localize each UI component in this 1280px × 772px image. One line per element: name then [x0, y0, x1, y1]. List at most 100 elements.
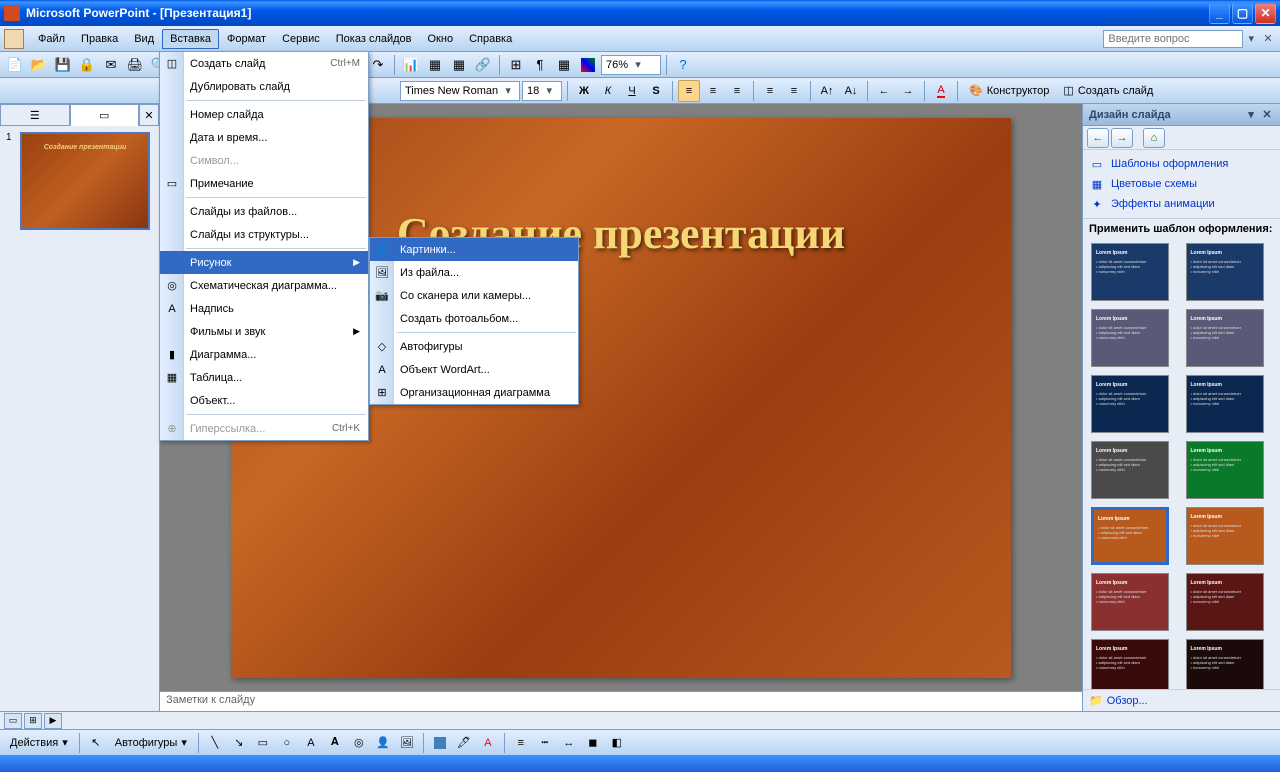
shadow-style-button[interactable]: ◼ — [582, 732, 604, 754]
menu-item[interactable]: Рисунок▶ — [160, 251, 368, 274]
menu-item[interactable]: Создать фотоальбом... — [370, 307, 578, 330]
template-thumb[interactable]: Lorem Ipsum• dolor sit amet consectetuer… — [1186, 507, 1264, 565]
close-tabs[interactable]: ✕ — [139, 104, 159, 126]
menu-item[interactable]: ◫Создать слайдCtrl+M — [160, 52, 368, 75]
pane-close-icon[interactable]: ✕ — [1260, 108, 1274, 122]
menu-item[interactable]: Символ... — [160, 149, 368, 172]
template-thumb[interactable]: Lorem Ipsum• dolor sit amet consectetuer… — [1091, 375, 1169, 433]
hyperlink-button[interactable]: 🔗 — [472, 54, 494, 76]
open-button[interactable]: 📂 — [28, 54, 50, 76]
align-right-button[interactable]: ≡ — [726, 80, 748, 102]
maximize-button[interactable]: ▢ — [1232, 3, 1253, 24]
decrease-font-button[interactable]: A↓ — [840, 80, 862, 102]
doc-close-button[interactable]: ✕ — [1260, 31, 1276, 47]
link-animation[interactable]: ✦Эффекты анимации — [1089, 194, 1274, 214]
textbox-button[interactable]: A — [300, 732, 322, 754]
minimize-button[interactable]: _ — [1209, 3, 1230, 24]
template-thumb[interactable]: Lorem Ipsum• dolor sit amet consectetuer… — [1186, 309, 1264, 367]
3d-style-button[interactable]: ◧ — [606, 732, 628, 754]
menu-item[interactable]: 🖼Из файла... — [370, 261, 578, 284]
select-button[interactable]: ↖ — [85, 732, 107, 754]
autoshapes-button[interactable]: Автофигуры▾ — [109, 732, 193, 754]
color-button[interactable] — [577, 54, 599, 76]
ask-input[interactable] — [1103, 30, 1243, 48]
pane-dropdown-icon[interactable]: ▾ — [1244, 108, 1258, 122]
menu-item[interactable]: ▭Примечание — [160, 172, 368, 195]
line-color-button[interactable]: 🖊 — [453, 732, 475, 754]
oval-button[interactable]: ○ — [276, 732, 298, 754]
menu-view[interactable]: Вид — [126, 29, 162, 49]
menu-tools[interactable]: Сервис — [274, 29, 328, 49]
align-center-button[interactable]: ≡ — [702, 80, 724, 102]
increase-font-button[interactable]: A↑ — [816, 80, 838, 102]
nav-home-button[interactable]: ⌂ — [1143, 128, 1165, 148]
table-button[interactable]: ▦ — [424, 54, 446, 76]
notes-area[interactable]: Заметки к слайду — [160, 691, 1082, 711]
template-thumb[interactable]: Lorem Ipsum• dolor sit amet consectetuer… — [1186, 639, 1264, 689]
expand-button[interactable]: ⊞ — [505, 54, 527, 76]
size-combo[interactable]: 18▾ — [522, 81, 562, 101]
template-thumb[interactable]: Lorem Ipsum• dolor sit amet consectetuer… — [1186, 441, 1264, 499]
font-color-button[interactable]: A — [930, 80, 952, 102]
template-thumb[interactable]: Lorem Ipsum• dolor sit amet consectetuer… — [1186, 375, 1264, 433]
designer-button[interactable]: 🎨Конструктор — [963, 80, 1055, 102]
link-templates[interactable]: ▭Шаблоны оформления — [1089, 154, 1274, 174]
menu-item[interactable]: 📷Со сканера или камеры... — [370, 284, 578, 307]
dash-style-button[interactable]: ┅ — [534, 732, 556, 754]
template-thumb[interactable]: Lorem Ipsum• dolor sit amet consectetuer… — [1091, 309, 1169, 367]
outline-tab[interactable]: ☰ — [0, 104, 70, 126]
sorter-view-button[interactable]: ⊞ — [24, 713, 42, 729]
wordart-button[interactable]: 𝐀 — [324, 732, 346, 754]
nav-fwd-button[interactable]: → — [1111, 128, 1133, 148]
line-style-button[interactable]: ≡ — [510, 732, 532, 754]
tables-borders-button[interactable]: ▦ — [448, 54, 470, 76]
arrow-style-button[interactable]: ↔ — [558, 732, 580, 754]
menu-item[interactable]: ◎Схематическая диаграмма... — [160, 274, 368, 297]
close-button[interactable]: ✕ — [1255, 3, 1276, 24]
menu-item[interactable]: Номер слайда — [160, 103, 368, 126]
permission-button[interactable]: 🔒 — [76, 54, 98, 76]
diagram-button[interactable]: ◎ — [348, 732, 370, 754]
menu-item[interactable]: ◇Автофигуры — [370, 335, 578, 358]
fill-color-button[interactable] — [429, 732, 451, 754]
template-thumb[interactable]: Lorem Ipsum• dolor sit amet consectetuer… — [1091, 507, 1169, 565]
print-button[interactable]: 🖨 — [124, 54, 146, 76]
zoom-combo[interactable]: 76%▾ — [601, 55, 661, 75]
menu-item[interactable]: ▦Таблица... — [160, 366, 368, 389]
template-thumb[interactable]: Lorem Ipsum• dolor sit amet consectetuer… — [1186, 243, 1264, 301]
actions-button[interactable]: Действия▾ — [4, 732, 74, 754]
menu-help[interactable]: Справка — [461, 29, 520, 49]
line-button[interactable]: ╲ — [204, 732, 226, 754]
save-button[interactable]: 💾 — [52, 54, 74, 76]
template-thumb[interactable]: Lorem Ipsum• dolor sit amet consectetuer… — [1091, 441, 1169, 499]
slides-tab[interactable]: ▭ — [70, 104, 140, 126]
font-combo[interactable]: Times New Roman▾ — [400, 81, 520, 101]
rect-button[interactable]: ▭ — [252, 732, 274, 754]
menu-slideshow[interactable]: Показ слайдов — [328, 29, 420, 49]
menu-item[interactable]: Дата и время... — [160, 126, 368, 149]
menu-file[interactable]: Файл — [30, 29, 73, 49]
underline-button[interactable]: Ч — [621, 80, 643, 102]
slide-thumb[interactable]: 1 Создание презентации — [6, 132, 153, 230]
menu-edit[interactable]: Правка — [73, 29, 126, 49]
menu-item[interactable]: ▮Диаграмма... — [160, 343, 368, 366]
clipart-button[interactable]: 👤 — [372, 732, 394, 754]
font-color-button2[interactable]: A — [477, 732, 499, 754]
show-format-button[interactable]: ¶ — [529, 54, 551, 76]
increase-indent-button[interactable]: → — [897, 80, 919, 102]
menu-item[interactable]: Слайды из файлов... — [160, 200, 368, 223]
help-button[interactable]: ? — [672, 54, 694, 76]
menu-item[interactable]: Дублировать слайд — [160, 75, 368, 98]
menu-format[interactable]: Формат — [219, 29, 274, 49]
redo-button[interactable]: ↷ — [367, 54, 389, 76]
template-thumb[interactable]: Lorem Ipsum• dolor sit amet consectetuer… — [1186, 573, 1264, 631]
menu-item[interactable]: Фильмы и звук▶ — [160, 320, 368, 343]
italic-button[interactable]: К — [597, 80, 619, 102]
menu-item[interactable]: ⊕Гиперссылка...Ctrl+K — [160, 417, 368, 440]
bold-button[interactable]: Ж — [573, 80, 595, 102]
menu-item[interactable]: AОбъект WordArt... — [370, 358, 578, 381]
bullets-button[interactable]: ≡ — [783, 80, 805, 102]
picture-button[interactable]: 🖼 — [396, 732, 418, 754]
slideshow-view-button[interactable]: ▶ — [44, 713, 62, 729]
new-slide-button[interactable]: ◫Создать слайд — [1057, 80, 1159, 102]
